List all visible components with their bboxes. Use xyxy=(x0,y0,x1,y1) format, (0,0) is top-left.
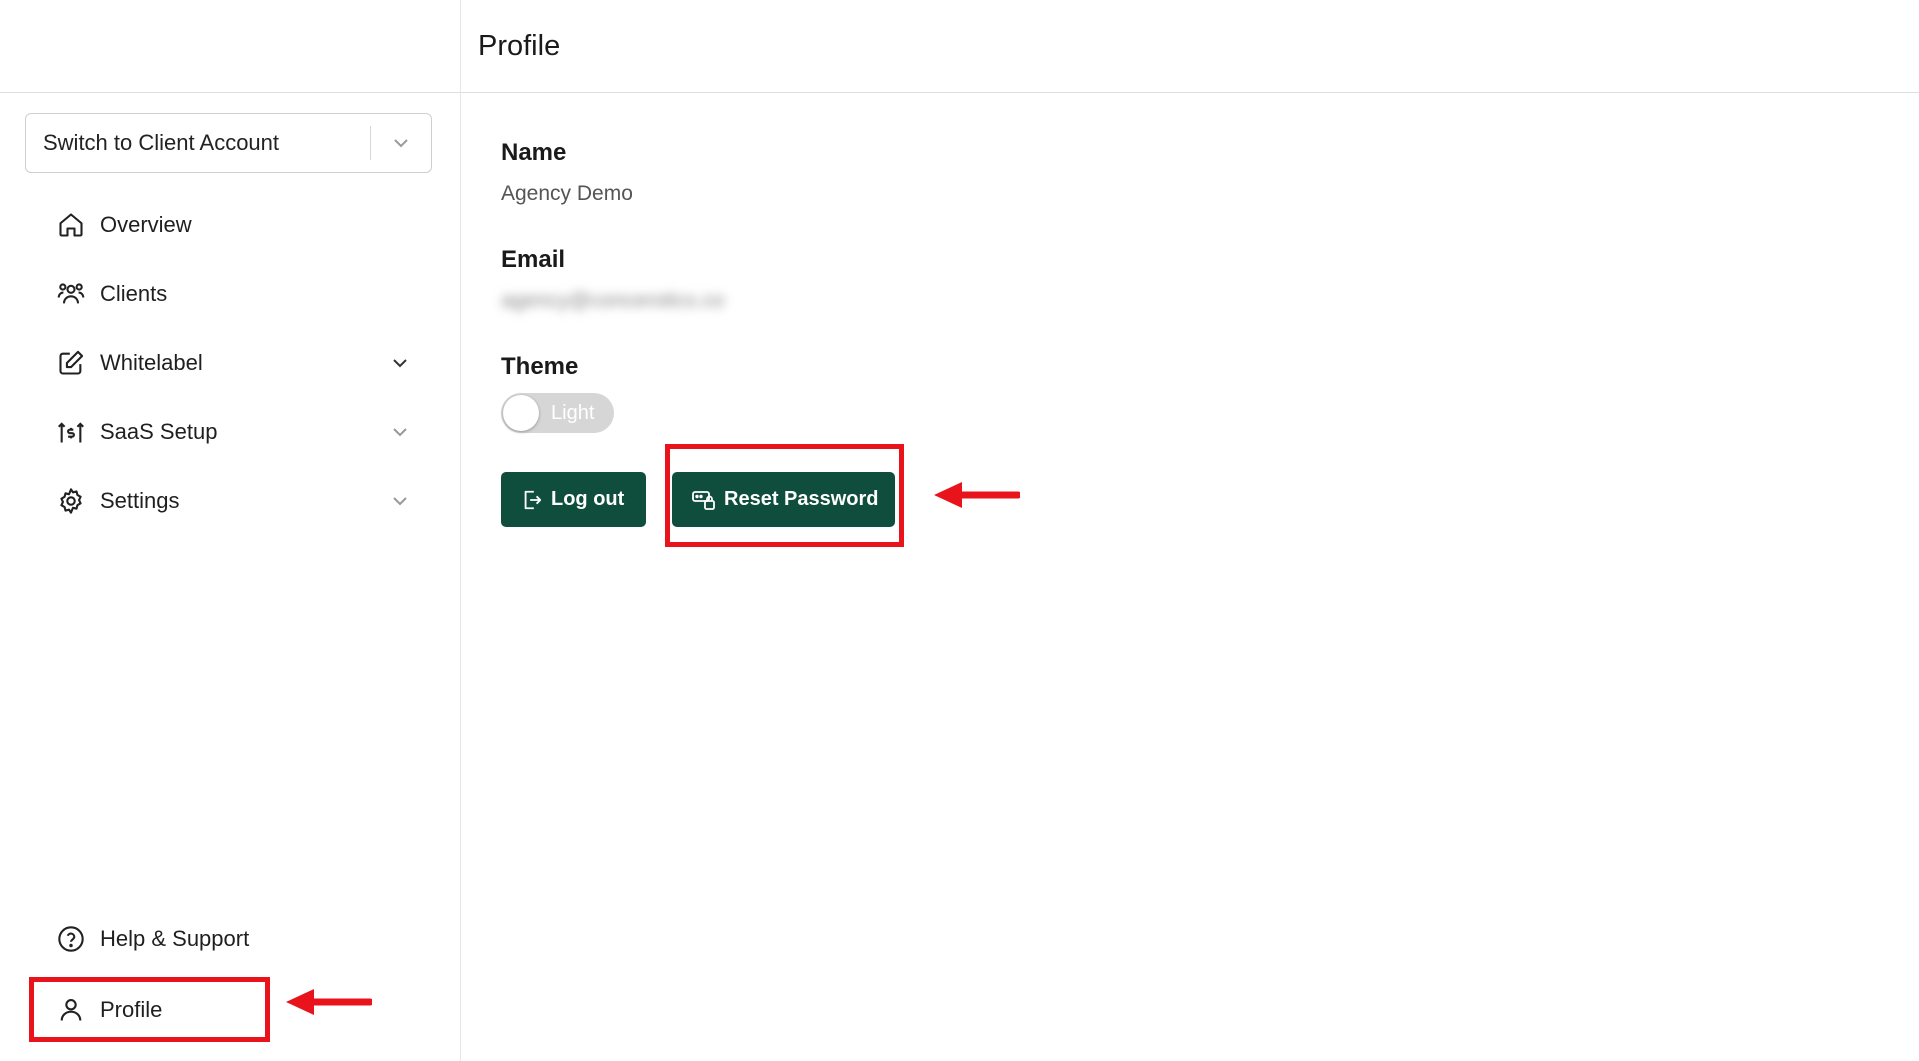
annotation-highlight-reset xyxy=(665,444,904,547)
sidebar-item-label: Help & Support xyxy=(100,925,250,951)
switch-account-label: Switch to Client Account xyxy=(43,130,280,155)
sidebar-item-whitelabel[interactable]: Whitelabel xyxy=(0,328,460,397)
sidebar-item-settings[interactable]: Settings xyxy=(0,466,460,535)
sidebar-item-label: Clients xyxy=(100,280,168,306)
logout-icon xyxy=(521,489,543,511)
chevron-down-icon xyxy=(390,422,410,442)
edit-icon xyxy=(56,348,86,378)
sidebar-item-label: SaaS Setup xyxy=(100,418,218,444)
chevron-down-icon xyxy=(371,133,431,153)
switch-account-select[interactable]: Switch to Client Account xyxy=(25,113,432,173)
name-label: Name xyxy=(501,139,567,166)
page-header: Profile xyxy=(461,0,1919,93)
chevron-down-icon xyxy=(390,491,410,511)
annotation-arrow-icon xyxy=(934,482,1020,508)
sidebar-item-label: Settings xyxy=(100,487,180,513)
sidebar-item-clients[interactable]: Clients xyxy=(0,259,460,328)
toggle-knob xyxy=(503,395,539,431)
email-label: Email xyxy=(501,246,566,273)
help-section: Help & Support xyxy=(0,904,460,973)
theme-toggle[interactable]: Light xyxy=(501,393,614,433)
email-value: agency@concerotics.co xyxy=(501,289,725,312)
theme-toggle-label: Light xyxy=(551,402,595,424)
sidebar-item-label: Whitelabel xyxy=(100,349,203,375)
sidebar-header xyxy=(0,0,460,93)
help-circle-icon xyxy=(56,924,86,954)
users-icon xyxy=(56,279,86,309)
sidebar-item-overview[interactable]: Overview xyxy=(0,190,460,259)
sidebar-item-label: Overview xyxy=(100,211,192,237)
name-value: Agency Demo xyxy=(501,182,633,205)
theme-label: Theme xyxy=(501,353,579,380)
logout-label: Log out xyxy=(551,488,625,510)
gear-icon xyxy=(56,486,86,516)
page-title: Profile xyxy=(478,29,561,62)
profile-content: Name Agency Demo Email agency@concerotic… xyxy=(461,93,1919,1061)
logout-button[interactable]: Log out xyxy=(501,472,646,527)
sidebar: Switch to Client Account Overview Client… xyxy=(0,0,461,1061)
sidebar-item-help-support[interactable]: Help & Support xyxy=(0,904,460,973)
chevron-down-icon xyxy=(390,353,410,373)
saas-icon xyxy=(56,417,86,447)
annotation-arrow-icon xyxy=(286,989,372,1015)
annotation-highlight-profile xyxy=(29,977,270,1042)
sidebar-item-saas-setup[interactable]: SaaS Setup xyxy=(0,397,460,466)
sidebar-nav: Overview Clients Whitelabel SaaS Setup S… xyxy=(0,190,460,535)
home-icon xyxy=(56,210,86,240)
